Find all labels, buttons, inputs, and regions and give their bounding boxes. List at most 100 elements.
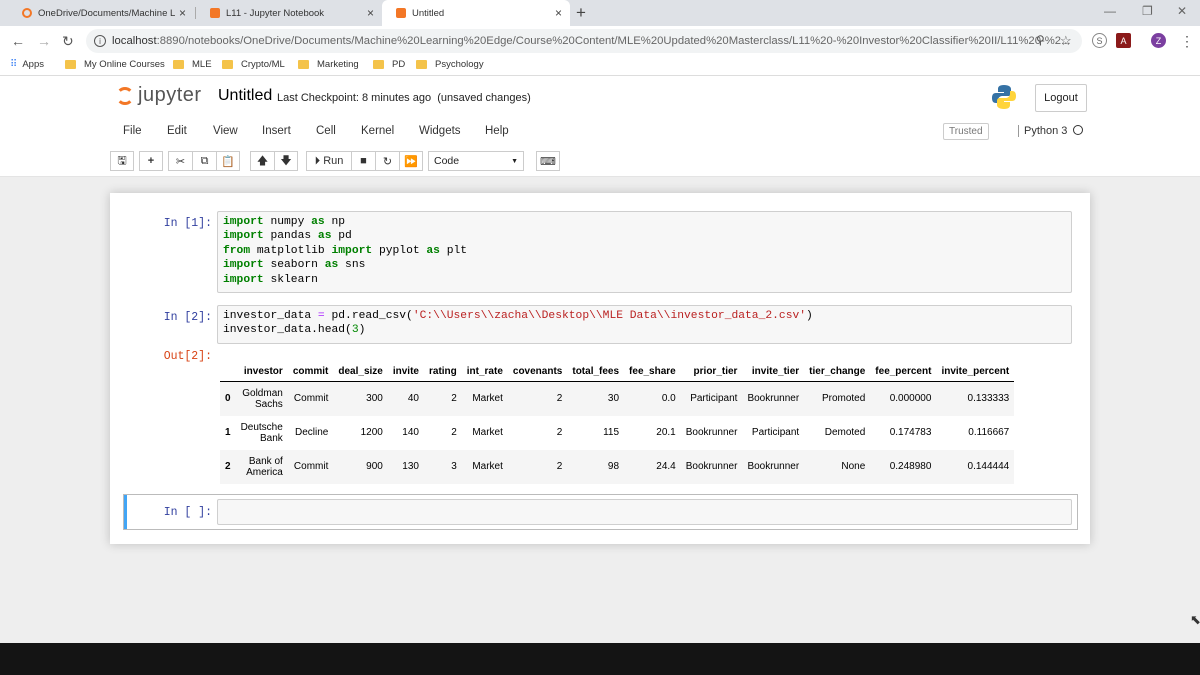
bookmark-apps[interactable]: ⠿ Apps [10, 59, 44, 70]
menu-cell[interactable]: Cell [316, 125, 336, 137]
zoom-icon[interactable]: ⚲ [1036, 33, 1045, 47]
table-cell: Bookrunner [747, 461, 800, 472]
logout-button[interactable]: Logout [1035, 84, 1087, 112]
table-cell: 40 [407, 393, 419, 405]
notebook-name[interactable]: Untitled [218, 87, 272, 105]
table-row: 0 Goldman Sachs Commit 300 40 2 Market 2 30 0.0 Pa… [220, 381, 1015, 416]
table-cell: 0.144444 [967, 461, 1010, 472]
column-header [220, 362, 236, 382]
notebook-favicon-icon [210, 8, 220, 18]
menu-kernel[interactable]: Kernel [361, 125, 394, 137]
column-header: total_fees [567, 362, 625, 382]
menu-file[interactable]: File [123, 125, 142, 137]
restart-run-all-icon[interactable]: ⏩ [399, 151, 423, 171]
bookmark-crypto-ml[interactable]: Crypto/ML [222, 59, 285, 70]
menu-insert[interactable]: Insert [262, 125, 291, 137]
column-header: invite [387, 362, 424, 382]
move-up-icon[interactable]: 🡅 [250, 151, 274, 171]
tab-title: Untitled [412, 7, 445, 19]
avatar[interactable]: Z [1151, 33, 1166, 48]
tab-onedrive[interactable]: OneDrive/Documents/Machine L × [8, 0, 194, 26]
table-cell: 3 [451, 461, 457, 472]
input-prompt: In [2]: [163, 311, 212, 324]
table-cell: Bookrunner [685, 427, 738, 438]
tab-close-icon[interactable]: × [555, 6, 562, 20]
copy-icon[interactable]: ⧉ [192, 151, 216, 171]
column-header: investor [235, 362, 288, 382]
window-close-icon[interactable]: ✕ [1177, 4, 1187, 18]
bookmark-psychology[interactable]: Psychology [416, 59, 484, 70]
bookmark-star-icon[interactable]: ☆ [1060, 33, 1072, 49]
code-cell-1[interactable]: import numpy as np import pandas as pd f… [217, 211, 1072, 293]
column-header: int_rate [461, 362, 508, 382]
move-down-icon[interactable]: 🡇 [274, 151, 298, 171]
table-cell: 1200 [360, 427, 383, 438]
run-button[interactable]: ⏵ Run [306, 151, 351, 171]
tab-close-icon[interactable]: × [367, 6, 374, 20]
bookmark-marketing[interactable]: Marketing [298, 59, 359, 70]
menu-edit[interactable]: Edit [167, 125, 187, 137]
table-cell: Decline [295, 427, 329, 438]
table-cell: 0.0 [661, 393, 676, 405]
table-cell: None [841, 461, 866, 472]
bookmark-label: Apps [22, 59, 44, 70]
extension-icon[interactable]: S [1092, 33, 1107, 48]
code-cell-2[interactable]: investor_data = pd.read_csv('C:\\Users\\… [217, 305, 1072, 344]
kernel-idle-icon [1073, 125, 1084, 135]
cut-icon[interactable]: ✂ [168, 151, 192, 171]
column-header: deal_size [333, 362, 388, 382]
row-index: 1 [225, 427, 231, 438]
tab-l11-notebook[interactable]: L11 - Jupyter Notebook × [196, 0, 382, 26]
column-header: fee_share [624, 362, 681, 382]
paste-icon[interactable]: 📋 [216, 151, 240, 171]
reload-icon[interactable]: ↻ [62, 33, 74, 50]
table-cell: Bookrunner [685, 461, 738, 472]
restart-icon[interactable]: ↻ [375, 151, 399, 171]
jupyter-logo[interactable]: jupyter [116, 84, 202, 107]
column-header: tier_change [804, 362, 871, 382]
stop-icon[interactable]: ■ [351, 151, 375, 171]
back-icon[interactable]: ← [11, 33, 25, 49]
folder-icon [65, 60, 76, 69]
bookmark-pd[interactable]: PD [373, 59, 405, 70]
save-icon[interactable]: 🖫 [110, 151, 134, 171]
browser-tab-strip: OneDrive/Documents/Machine L × L11 - Jup… [0, 0, 1200, 26]
table-cell: Market [472, 427, 503, 438]
pdf-extension-icon[interactable]: A [1116, 33, 1131, 48]
restore-icon[interactable]: ❐ [1142, 4, 1153, 18]
column-header: rating [423, 362, 462, 382]
trusted-badge[interactable]: Trusted [943, 123, 989, 140]
table-cell: 140 [402, 427, 419, 438]
table-cell: 300 [366, 393, 383, 405]
chevron-down-icon: ▼ [511, 157, 518, 165]
folder-icon [222, 60, 233, 69]
menu-widgets[interactable]: Widgets [419, 125, 461, 137]
insert-cell-icon[interactable]: + [139, 151, 163, 171]
tab-close-icon[interactable]: × [179, 6, 186, 20]
empty-cell-input[interactable] [217, 499, 1072, 525]
menu-help[interactable]: Help [485, 125, 509, 137]
command-palette-icon[interactable]: ⌨ [536, 151, 560, 171]
column-header: covenants [507, 362, 568, 382]
minimize-icon[interactable]: — [1104, 4, 1116, 18]
cell-type-value: Code [434, 155, 460, 167]
bookmark-my-online-courses[interactable]: My Online Courses [65, 59, 165, 70]
table-cell: Market [472, 393, 503, 405]
site-info-icon[interactable]: i [94, 35, 106, 47]
table-cell: 20.1 [656, 427, 676, 438]
table-cell: 0.174783 [889, 427, 932, 438]
table-cell: 0.000000 [889, 393, 932, 405]
url-input[interactable]: i localhost:8890/notebooks/OneDrive/Docu… [86, 29, 1082, 53]
table-cell: Bookrunner [747, 393, 800, 405]
bookmark-label: PD [392, 59, 406, 70]
unsaved-text: (unsaved changes) [437, 92, 531, 104]
forward-icon[interactable]: → [37, 33, 51, 49]
menu-view[interactable]: View [213, 125, 238, 137]
cell-type-select[interactable]: Code ▼ [428, 151, 524, 171]
folder-icon [373, 60, 384, 69]
tab-untitled[interactable]: Untitled × [382, 0, 570, 26]
menu-kebab-icon[interactable]: ⋮ [1180, 33, 1194, 50]
bookmark-mle[interactable]: MLE [173, 59, 212, 70]
taskbar [0, 643, 1200, 675]
new-tab-button[interactable]: + [576, 3, 586, 23]
